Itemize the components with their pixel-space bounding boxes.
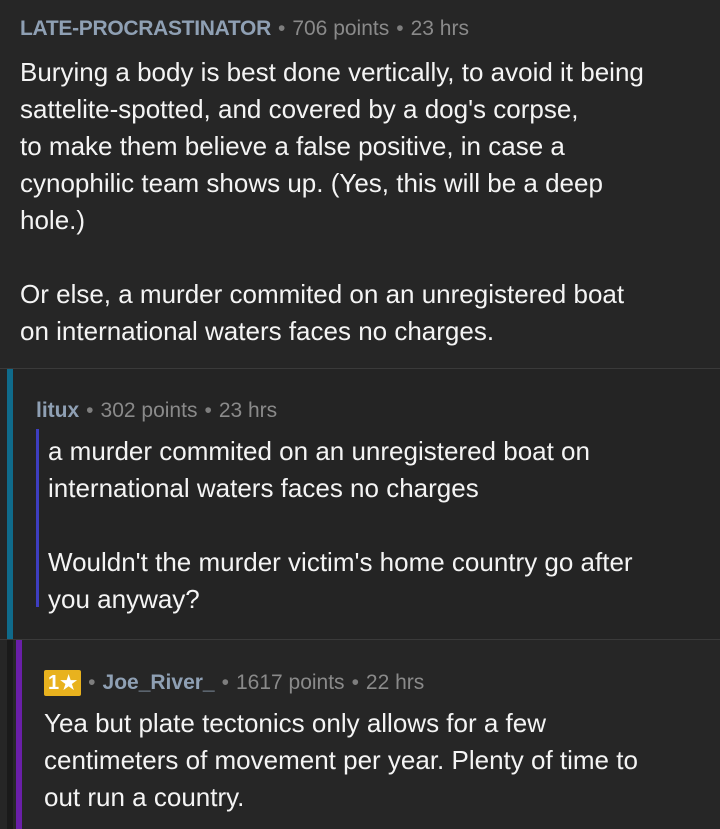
meta-separator: • (204, 399, 212, 422)
award-badge[interactable]: 1 ★ (44, 670, 82, 696)
comment-points: 1617 points (235, 671, 345, 694)
comment-body[interactable]: Yea but plate tectonics only allows for … (44, 705, 704, 816)
meta-separator: • (277, 17, 286, 40)
comment-age: 22 hrs (365, 671, 425, 694)
comment-points: 302 points (100, 399, 198, 422)
meta-separator: • (221, 671, 229, 694)
meta-separator: • (396, 17, 404, 40)
meta-separator: • (351, 671, 359, 694)
meta-separator: • (88, 671, 96, 694)
comment-author[interactable]: LATE-PROCRASTINATOR (20, 17, 271, 41)
comment-body[interactable]: a murder commited on an unregistered boa… (48, 433, 708, 618)
comment-age: 23 hrs (410, 17, 469, 40)
comment-author[interactable]: Joe_River_ (103, 671, 215, 695)
comment-age: 23 hrs (218, 399, 278, 422)
thread-indent-bar[interactable] (7, 640, 13, 829)
quote-bar (36, 429, 39, 607)
comment-meta: litux • 302 points • 23 hrs (36, 399, 277, 423)
comment-author[interactable]: litux (36, 399, 79, 423)
thread-indent-bar[interactable] (16, 640, 22, 829)
comment: LATE-PROCRASTINATOR • 706 points • 23 hr… (0, 0, 720, 368)
comment-reply: litux • 302 points • 23 hrs a murder com… (0, 369, 720, 639)
star-icon: ★ (60, 672, 78, 694)
comment-reply: 1 ★ • Joe_River_ • 1617 points • 22 hrs Y… (0, 640, 720, 829)
thread-indent-bar[interactable] (7, 369, 13, 639)
comment-meta: 1 ★ • Joe_River_ • 1617 points • 22 hrs (44, 670, 424, 696)
comment-body[interactable]: Burying a body is best done vertically, … (20, 54, 710, 350)
award-count: 1 (48, 671, 60, 694)
comment-meta: LATE-PROCRASTINATOR • 706 points • 23 hr… (20, 17, 469, 41)
comment-points: 706 points (292, 17, 390, 40)
meta-separator: • (86, 399, 94, 422)
